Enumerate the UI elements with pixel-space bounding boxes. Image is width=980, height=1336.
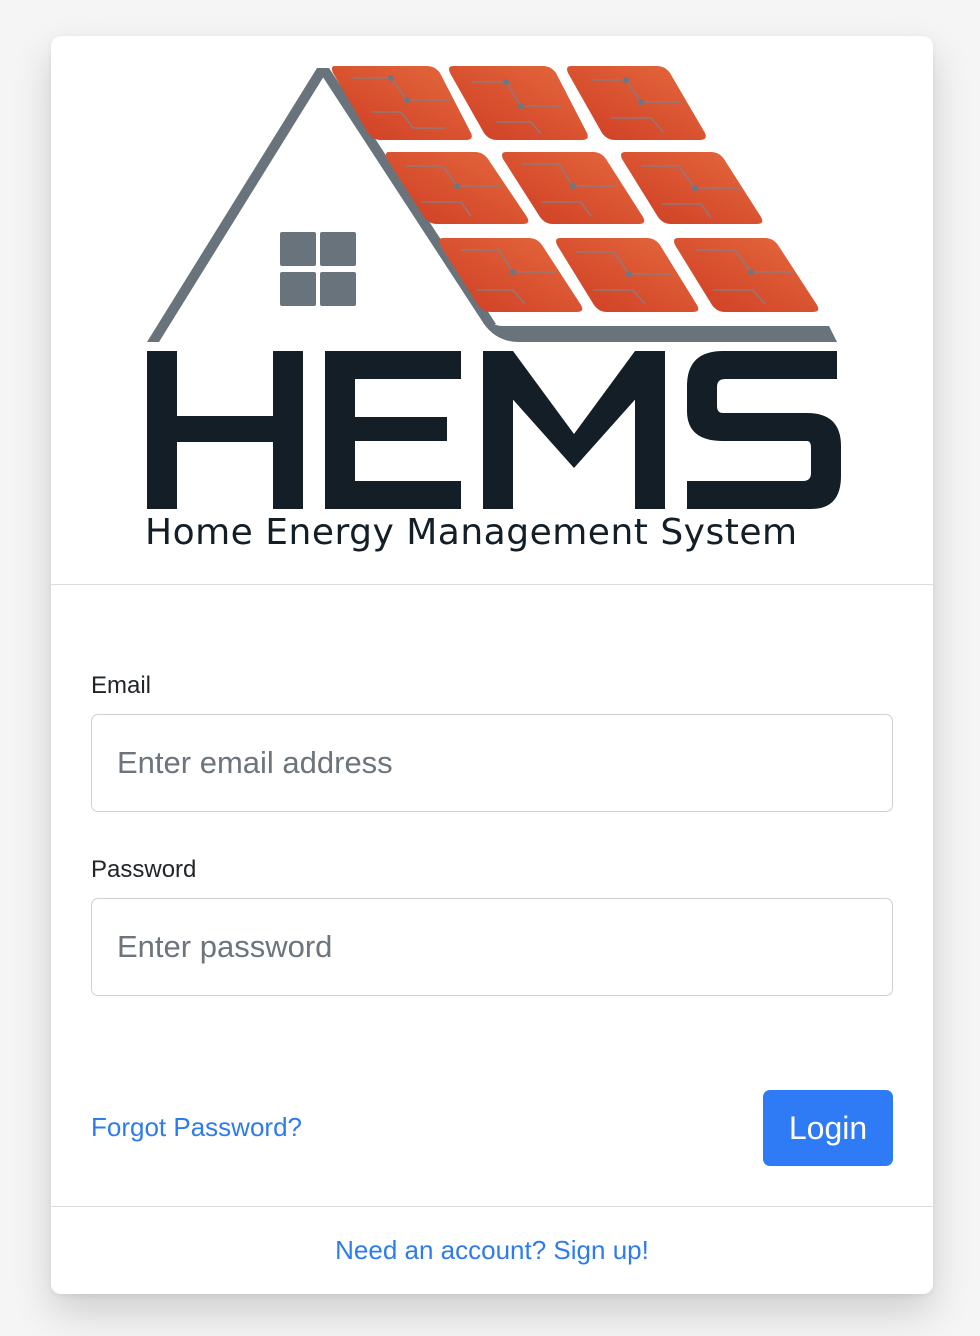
logo-subtitle: Home Energy Management System (145, 512, 798, 553)
email-field[interactable] (91, 714, 893, 812)
hems-logo: Home Energy Management System (51, 36, 933, 584)
login-card: Home Energy Management System Email Pass… (51, 36, 933, 1294)
card-header: Home Energy Management System (51, 36, 933, 585)
password-label: Password (91, 856, 197, 883)
forgot-password-link[interactable]: Forgot Password? (91, 1112, 302, 1143)
hems-wordmark (147, 351, 841, 509)
card-footer: Need an account? Sign up! (51, 1206, 933, 1294)
window-icon (280, 232, 356, 306)
hems-logo-graphic (147, 66, 841, 509)
password-field[interactable] (91, 898, 893, 996)
login-form: Email Password Forgot Password? Login (51, 585, 933, 1206)
email-label: Email (91, 672, 152, 699)
signup-link[interactable]: Need an account? Sign up! (51, 1235, 933, 1266)
login-button[interactable]: Login (763, 1090, 893, 1166)
